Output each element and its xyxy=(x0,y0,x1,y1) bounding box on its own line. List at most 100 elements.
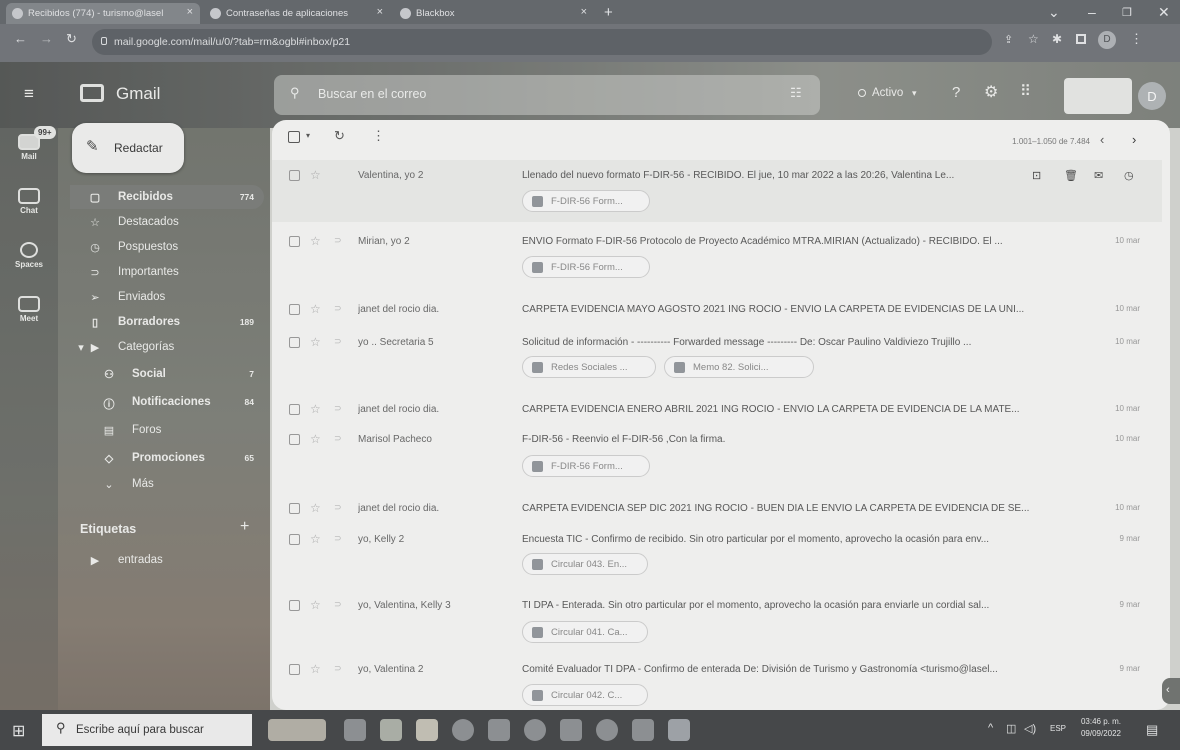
star-icon[interactable]: ☆ xyxy=(310,335,321,349)
tab-passwords[interactable]: Contraseñas de aplicaciones × xyxy=(204,3,390,24)
add-label-icon[interactable]: + xyxy=(240,518,249,536)
sidebar-item-label-entradas[interactable]: ▶ entradas xyxy=(70,548,264,572)
snooze-clock-icon[interactable]: ◷ xyxy=(1124,169,1134,182)
star-icon[interactable]: ☆ xyxy=(310,302,321,316)
side-panel-toggle-icon[interactable]: ‹ xyxy=(1162,678,1180,704)
sidebar-item-notificaciones[interactable]: ⓘ Notificaciones 84 xyxy=(84,390,264,414)
attachment-chip[interactable]: Memo 82. Solici... xyxy=(664,356,814,378)
important-marker-icon[interactable]: ⊃ xyxy=(334,303,342,314)
rail-item-chat[interactable]: Chat xyxy=(0,188,58,215)
sidepanel-icon[interactable] xyxy=(1076,34,1086,44)
attachment-chip[interactable]: Circular 042. C... xyxy=(522,684,648,706)
settings-gear-icon[interactable]: ⚙ xyxy=(984,82,998,102)
app-icon[interactable] xyxy=(632,719,654,741)
search-input[interactable]: Buscar en el correo xyxy=(274,75,820,115)
reload-icon[interactable]: ↻ xyxy=(66,31,77,47)
network-icon[interactable]: ◫ xyxy=(1006,722,1016,735)
app-icon[interactable] xyxy=(524,719,546,741)
sidebar-item-pospuestos[interactable]: ◷ Pospuestos xyxy=(70,235,264,259)
minimize-icon[interactable]: – xyxy=(1088,4,1096,20)
help-icon[interactable]: ? xyxy=(952,84,960,101)
back-icon[interactable]: ← xyxy=(14,31,27,46)
important-marker-icon[interactable]: ⊃ xyxy=(334,403,342,414)
search-icon[interactable]: ⚲ xyxy=(290,85,300,101)
next-page-icon[interactable]: › xyxy=(1132,132,1136,147)
volume-icon[interactable]: ◁) xyxy=(1024,722,1036,735)
star-icon[interactable]: ☆ xyxy=(310,168,321,182)
more-options-icon[interactable]: ⋮ xyxy=(372,128,385,144)
important-marker-icon[interactable]: ⊃ xyxy=(334,433,342,444)
edge-icon[interactable] xyxy=(380,719,402,741)
sidebar-item-borradores[interactable]: ▯ Borradores 189 xyxy=(70,310,264,334)
close-icon[interactable]: × xyxy=(187,6,193,18)
important-marker-icon[interactable]: ⊃ xyxy=(334,533,342,544)
star-icon[interactable]: ☆ xyxy=(310,662,321,676)
sidebar-item-social[interactable]: ⚇ Social 7 xyxy=(84,362,264,386)
row-checkbox[interactable] xyxy=(289,337,300,348)
row-checkbox[interactable] xyxy=(289,434,300,445)
attachment-chip[interactable]: F-DIR-56 Form... xyxy=(522,455,650,477)
task-view-icon[interactable] xyxy=(344,719,366,741)
notifications-icon[interactable]: ▤ xyxy=(1146,722,1158,738)
filter-options-icon[interactable]: ☷ xyxy=(790,85,802,101)
star-icon[interactable]: ☆ xyxy=(1028,32,1039,46)
apps-grid-icon[interactable]: ⠿ xyxy=(1020,82,1031,100)
row-checkbox[interactable] xyxy=(289,534,300,545)
rail-item-spaces[interactable]: Spaces xyxy=(0,242,58,269)
chevron-down-icon[interactable]: ⌄ xyxy=(1048,4,1060,21)
extensions-icon[interactable]: ✱ xyxy=(1052,32,1062,46)
row-checkbox[interactable] xyxy=(289,600,300,611)
rail-item-meet[interactable]: Meet xyxy=(0,296,58,323)
important-marker-icon[interactable]: ⊃ xyxy=(334,336,342,347)
row-checkbox[interactable] xyxy=(289,304,300,315)
sidebar-item-enviados[interactable]: ➢ Enviados xyxy=(70,285,264,309)
select-all-checkbox[interactable] xyxy=(288,131,300,143)
app-icon[interactable] xyxy=(560,719,582,741)
star-icon[interactable]: ☆ xyxy=(310,432,321,446)
address-bar[interactable]: mail.google.com/mail/u/0/?tab=rm&ogbl#in… xyxy=(92,29,992,55)
star-icon[interactable]: ☆ xyxy=(310,532,321,546)
forward-icon[interactable]: → xyxy=(40,31,53,46)
account-avatar[interactable]: D xyxy=(1138,82,1166,110)
windows-start-icon[interactable]: ⊞ xyxy=(12,721,25,741)
new-tab-icon[interactable]: + xyxy=(604,4,613,21)
main-menu-icon[interactable]: ≡ xyxy=(24,84,34,104)
attachment-chip[interactable]: Circular 043. En... xyxy=(522,553,648,575)
sidebar-item-foros[interactable]: ▤ Foros xyxy=(84,418,264,442)
archive-icon[interactable]: ⊡ xyxy=(1032,169,1041,182)
tray-chevron-icon[interactable]: ^ xyxy=(988,722,993,734)
share-icon[interactable]: ⇪ xyxy=(1004,33,1013,46)
clock-date[interactable]: 09/09/2022 xyxy=(1078,729,1124,738)
chrome-icon[interactable] xyxy=(452,719,474,741)
word-icon[interactable] xyxy=(668,719,690,741)
star-icon[interactable]: ☆ xyxy=(310,501,321,515)
star-icon[interactable]: ☆ xyxy=(310,402,321,416)
app-icon[interactable] xyxy=(596,719,618,741)
file-explorer-icon[interactable] xyxy=(416,719,438,741)
tab-inbox[interactable]: Recibidos (774) - turismo@lasel × xyxy=(6,3,200,24)
close-icon[interactable]: × xyxy=(581,6,587,18)
important-marker-icon[interactable]: ⊃ xyxy=(334,599,342,610)
delete-icon[interactable]: 🗑 xyxy=(1064,169,1078,182)
attachment-chip[interactable]: Circular 041. Ca... xyxy=(522,621,648,643)
sidebar-item-recibidos[interactable]: ▢ Recibidos 774 xyxy=(70,185,264,209)
sidebar-item-categorias[interactable]: ▾ ▶ Categorías xyxy=(70,335,264,359)
tab-blackbox[interactable]: Blackbox × xyxy=(394,3,594,24)
attachment-chip[interactable]: F-DIR-56 Form... xyxy=(522,190,650,212)
row-checkbox[interactable] xyxy=(289,236,300,247)
refresh-icon[interactable]: ↻ xyxy=(334,128,345,144)
chevron-down-icon[interactable]: ▾ xyxy=(912,88,917,99)
sidebar-item-promociones[interactable]: ◇ Promociones 65 xyxy=(84,446,264,470)
status-dropdown[interactable]: Activo xyxy=(872,87,903,99)
input-language[interactable]: ESP xyxy=(1050,724,1066,733)
close-icon[interactable]: × xyxy=(377,6,383,18)
menu-dots-icon[interactable]: ⋮ xyxy=(1130,31,1143,47)
sidebar-item-destacados[interactable]: ☆ Destacados xyxy=(70,210,264,234)
window-close-icon[interactable]: ✕ xyxy=(1158,4,1170,21)
row-checkbox[interactable] xyxy=(289,664,300,675)
attachment-chip[interactable]: F-DIR-56 Form... xyxy=(522,256,650,278)
maximize-icon[interactable]: ❐ xyxy=(1122,6,1132,19)
important-marker-icon[interactable]: ⊃ xyxy=(334,663,342,674)
row-checkbox[interactable] xyxy=(289,503,300,514)
mail-app-icon[interactable] xyxy=(488,719,510,741)
